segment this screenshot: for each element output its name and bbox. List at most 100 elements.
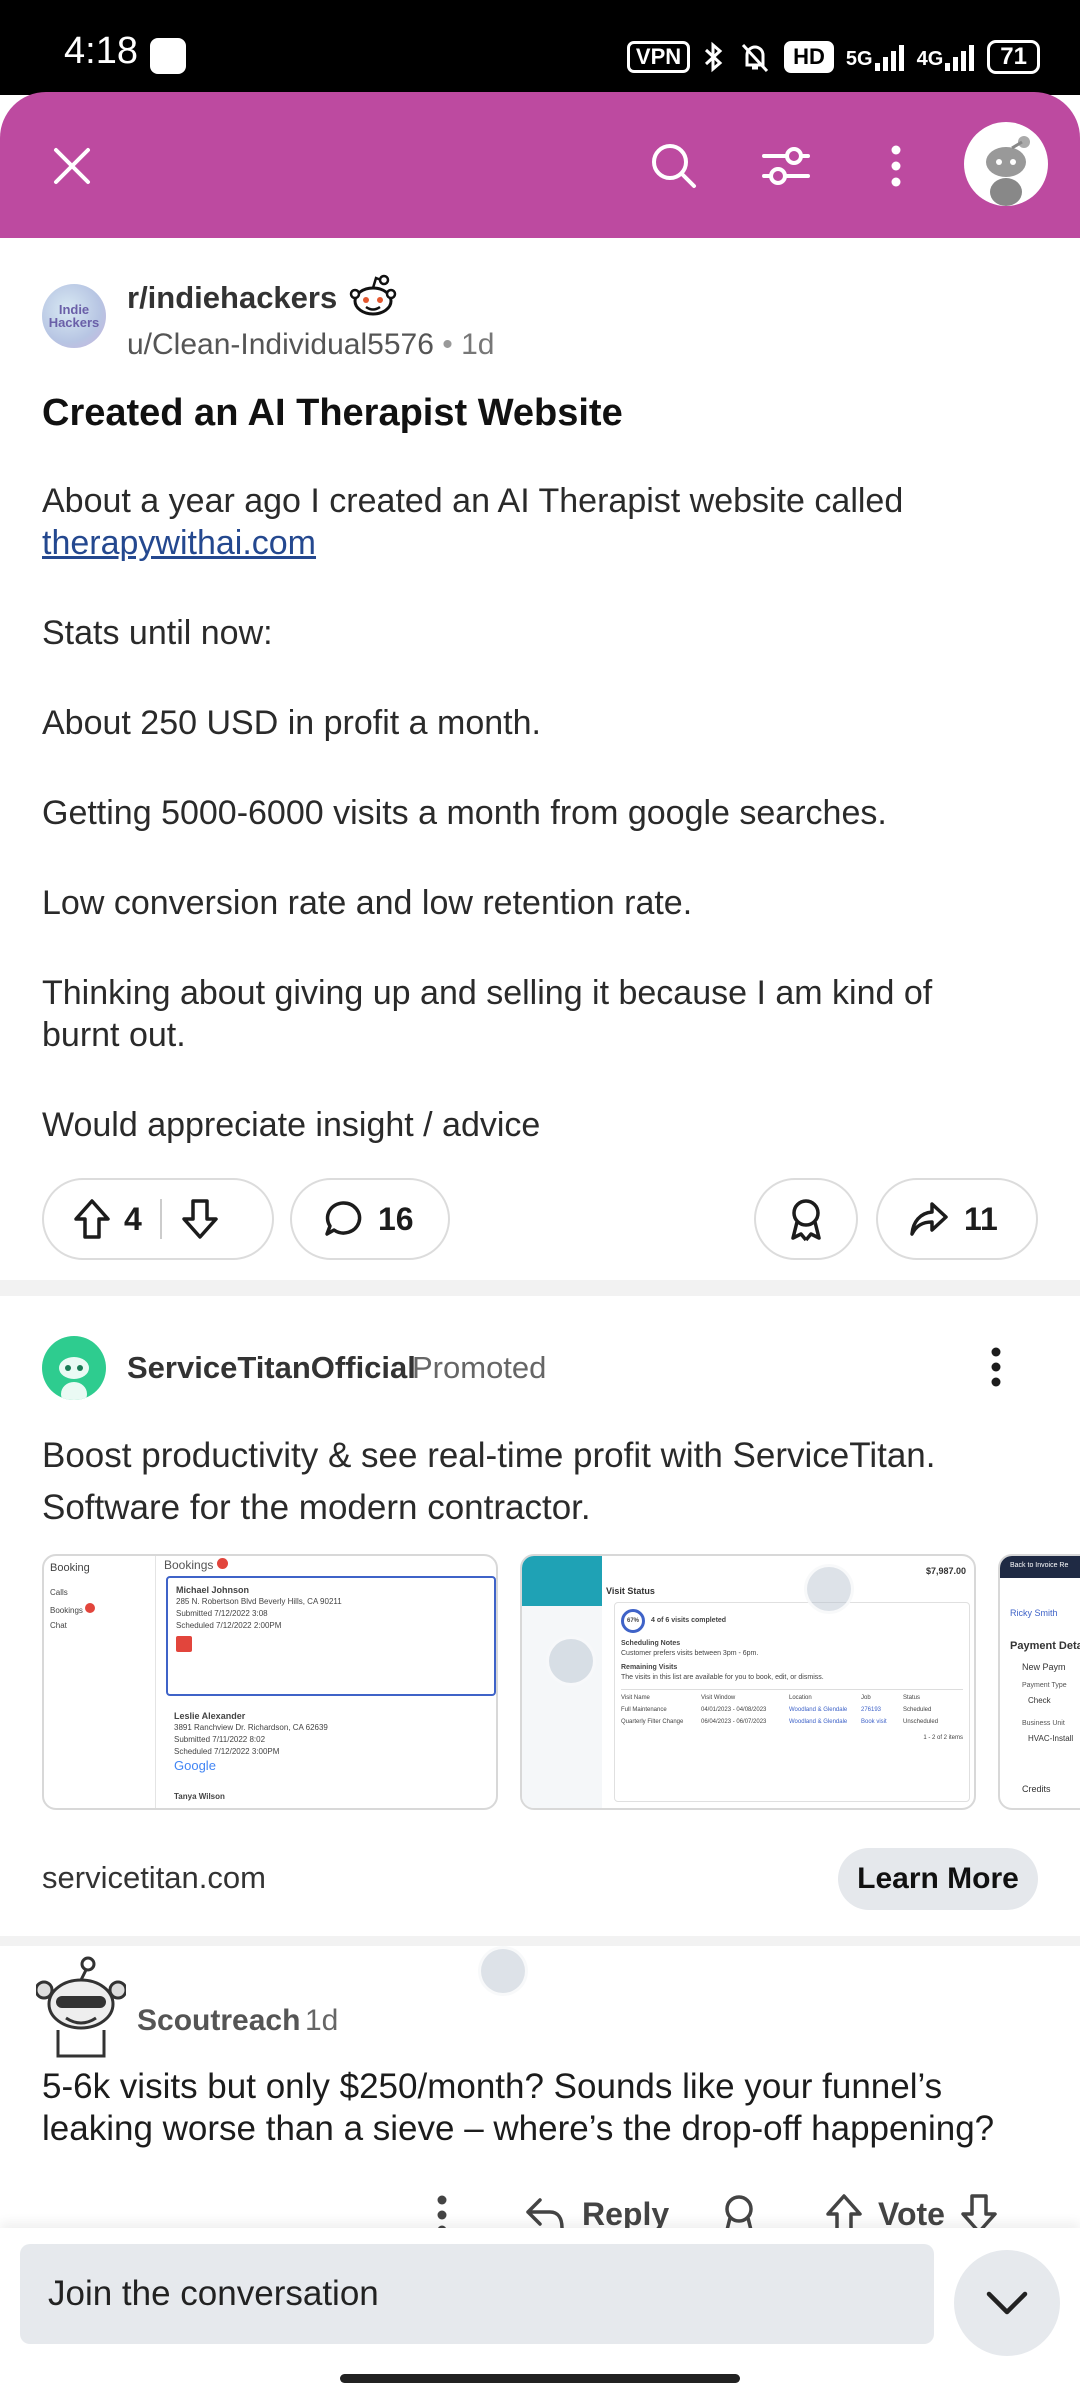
card-sidebar-item: Bookings (50, 1603, 149, 1615)
badge-dot (216, 1558, 228, 1569)
table-cell: Book visit (861, 1719, 887, 1725)
comment-icon (322, 1198, 364, 1240)
reply-label: Reply (582, 2195, 670, 2232)
post-actions: 4 16 11 (42, 1178, 1038, 1260)
table-header: Location (789, 1695, 812, 1701)
comment-text: 5-6k visits but only $250/month? Sounds … (42, 2067, 995, 2148)
post-meta: u/Clean-Individual5576 • 1d (127, 328, 494, 362)
promo-image-card[interactable]: $7,987.00 Visit Status 67% 4 of 6 visits… (520, 1554, 976, 1810)
subreddit-name[interactable]: r/indiehackers (127, 280, 337, 316)
search-icon[interactable] (646, 138, 702, 194)
card-field-value: HVAC-Install (1028, 1734, 1074, 1743)
network-4g-label: 4G (916, 48, 944, 70)
status-bar: 4:18 VPN HD 5G 4G 71 (0, 0, 1080, 95)
award-icon (785, 1196, 827, 1242)
card-total: $7,987.00 (925, 1566, 966, 1576)
yelp-icon (176, 1636, 192, 1652)
snoo-mod-icon (348, 272, 398, 322)
table-header: Status (903, 1695, 921, 1701)
vote-count: 4 (124, 1200, 142, 1237)
booking-submitted: Submitted 7/11/2022 8:02 (174, 1735, 266, 1744)
card-back-bar: Back to Invoice Re (1000, 1556, 1080, 1578)
promo-image-card[interactable]: Booking Calls Bookings Chat Bookings Mic… (42, 1554, 498, 1810)
promo-image-card[interactable]: Back to Invoice Re Ricky Smith Payment D… (998, 1554, 1080, 1810)
table-cell: Woodland & Glendale (789, 1707, 848, 1713)
google-logo: Google (174, 1758, 216, 1773)
post-author[interactable]: u/Clean-Individual5576 (127, 328, 434, 361)
post-age: 1d (461, 328, 495, 361)
share-button[interactable]: 11 (876, 1178, 1038, 1260)
booking-scheduled: Scheduled 7/12/2022 3:00PM (174, 1747, 280, 1756)
card-section-title: Visit Status (606, 1586, 655, 1596)
progress-row: 67% 4 of 6 visits completed (621, 1609, 963, 1633)
booking-person: Michael Johnson (176, 1585, 250, 1595)
comment-age: 1d (305, 2004, 339, 2037)
bluetooth-icon (702, 41, 726, 73)
section-divider (0, 1280, 1080, 1296)
top-app-bar (0, 92, 1080, 238)
card-field-label: Business Unit (1022, 1720, 1065, 1727)
post-paragraph: Stats until now: (42, 614, 273, 652)
signal-5g-icon: 5G (846, 43, 905, 71)
post-paragraph: Would appreciate insight / advice (42, 1106, 541, 1144)
user-avatar[interactable] (964, 122, 1048, 206)
card-sidebar: Booking Calls Bookings Chat (44, 1556, 156, 1808)
commenter-avatar[interactable] (36, 1952, 126, 2058)
meta-separator: • (442, 328, 453, 361)
booking-submitted: Submitted 7/12/2022 3:08 (176, 1609, 268, 1618)
section-divider (0, 1936, 1080, 1946)
promoted-label: Promoted (412, 1350, 547, 1385)
remaining-text: The visits in this list are available fo… (621, 1674, 824, 1681)
comment-count: 16 (378, 1200, 414, 1237)
card-field-value: Check (1028, 1696, 1051, 1705)
gesture-home-bar[interactable] (340, 2374, 740, 2383)
touch-indicator (478, 1946, 528, 1996)
booking-scheduled: Scheduled 7/12/2022 2:00PM (176, 1621, 282, 1630)
sort-icon[interactable] (758, 138, 814, 194)
touch-indicator (546, 1636, 596, 1686)
table-cell: Scheduled (903, 1707, 932, 1713)
card-sidebar-title: Booking (50, 1562, 90, 1574)
card-customer: Ricky Smith (1010, 1608, 1058, 1618)
more-vertical-icon[interactable] (868, 138, 924, 194)
table-cell: Quarterly Filter Change (621, 1719, 684, 1725)
comment-composer-input[interactable]: Join the conversation (20, 2244, 934, 2344)
post-link[interactable]: therapywithai.com (42, 524, 316, 562)
post-body: About a year ago I created an AI Therapi… (42, 480, 1042, 1194)
vote-divider (159, 1199, 162, 1239)
network-5g-label: 5G (845, 48, 873, 70)
comments-button[interactable]: 16 (290, 1178, 450, 1260)
vote-group: 4 (42, 1178, 274, 1260)
upvote-icon[interactable] (72, 1197, 112, 1241)
battery-icon: 71 (987, 40, 1040, 74)
card-sidebar-item: Chat (50, 1621, 67, 1630)
touch-indicator (804, 1564, 854, 1614)
collapse-button[interactable] (954, 2250, 1060, 2356)
promo-more-icon[interactable] (978, 1344, 1014, 1390)
downvote-icon[interactable] (180, 1197, 220, 1241)
card-section-title: Payment Deta (1010, 1640, 1080, 1652)
close-icon[interactable] (44, 138, 100, 194)
post-title: Created an AI Therapist Website (42, 392, 623, 434)
share-count: 11 (964, 1200, 998, 1237)
advertiser-avatar[interactable] (42, 1336, 106, 1400)
post-paragraph: Low conversion rate and low retention ra… (42, 884, 693, 922)
booking-person: Leslie Alexander (174, 1711, 246, 1721)
table-pager: 1 - 2 of 2 items (923, 1735, 963, 1741)
status-time: 4:18 (64, 30, 138, 72)
subreddit-avatar[interactable]: Indie Hackers (42, 284, 106, 348)
advertiser-name[interactable]: ServiceTitanOfficial (127, 1350, 416, 1386)
learn-more-button[interactable]: Learn More (838, 1848, 1038, 1910)
progress-text: 4 of 6 visits completed (651, 1617, 727, 1624)
comment-author[interactable]: Scoutreach (137, 2004, 300, 2038)
card-header: Bookings (164, 1558, 228, 1572)
promo-domain[interactable]: servicetitan.com (42, 1860, 266, 1896)
vpn-icon: VPN (626, 41, 691, 73)
award-button[interactable] (754, 1178, 858, 1260)
card-header-label: Bookings (164, 1558, 214, 1572)
post-paragraph: Getting 5000-6000 visits a month from go… (42, 794, 887, 832)
card-sidebar-item: Calls (50, 1588, 68, 1597)
vote-label: Vote (878, 2195, 945, 2232)
promo-carousel[interactable]: Booking Calls Bookings Chat Bookings Mic… (42, 1554, 1080, 1812)
post-body-line: About a year ago I created an AI Therapi… (42, 482, 904, 520)
